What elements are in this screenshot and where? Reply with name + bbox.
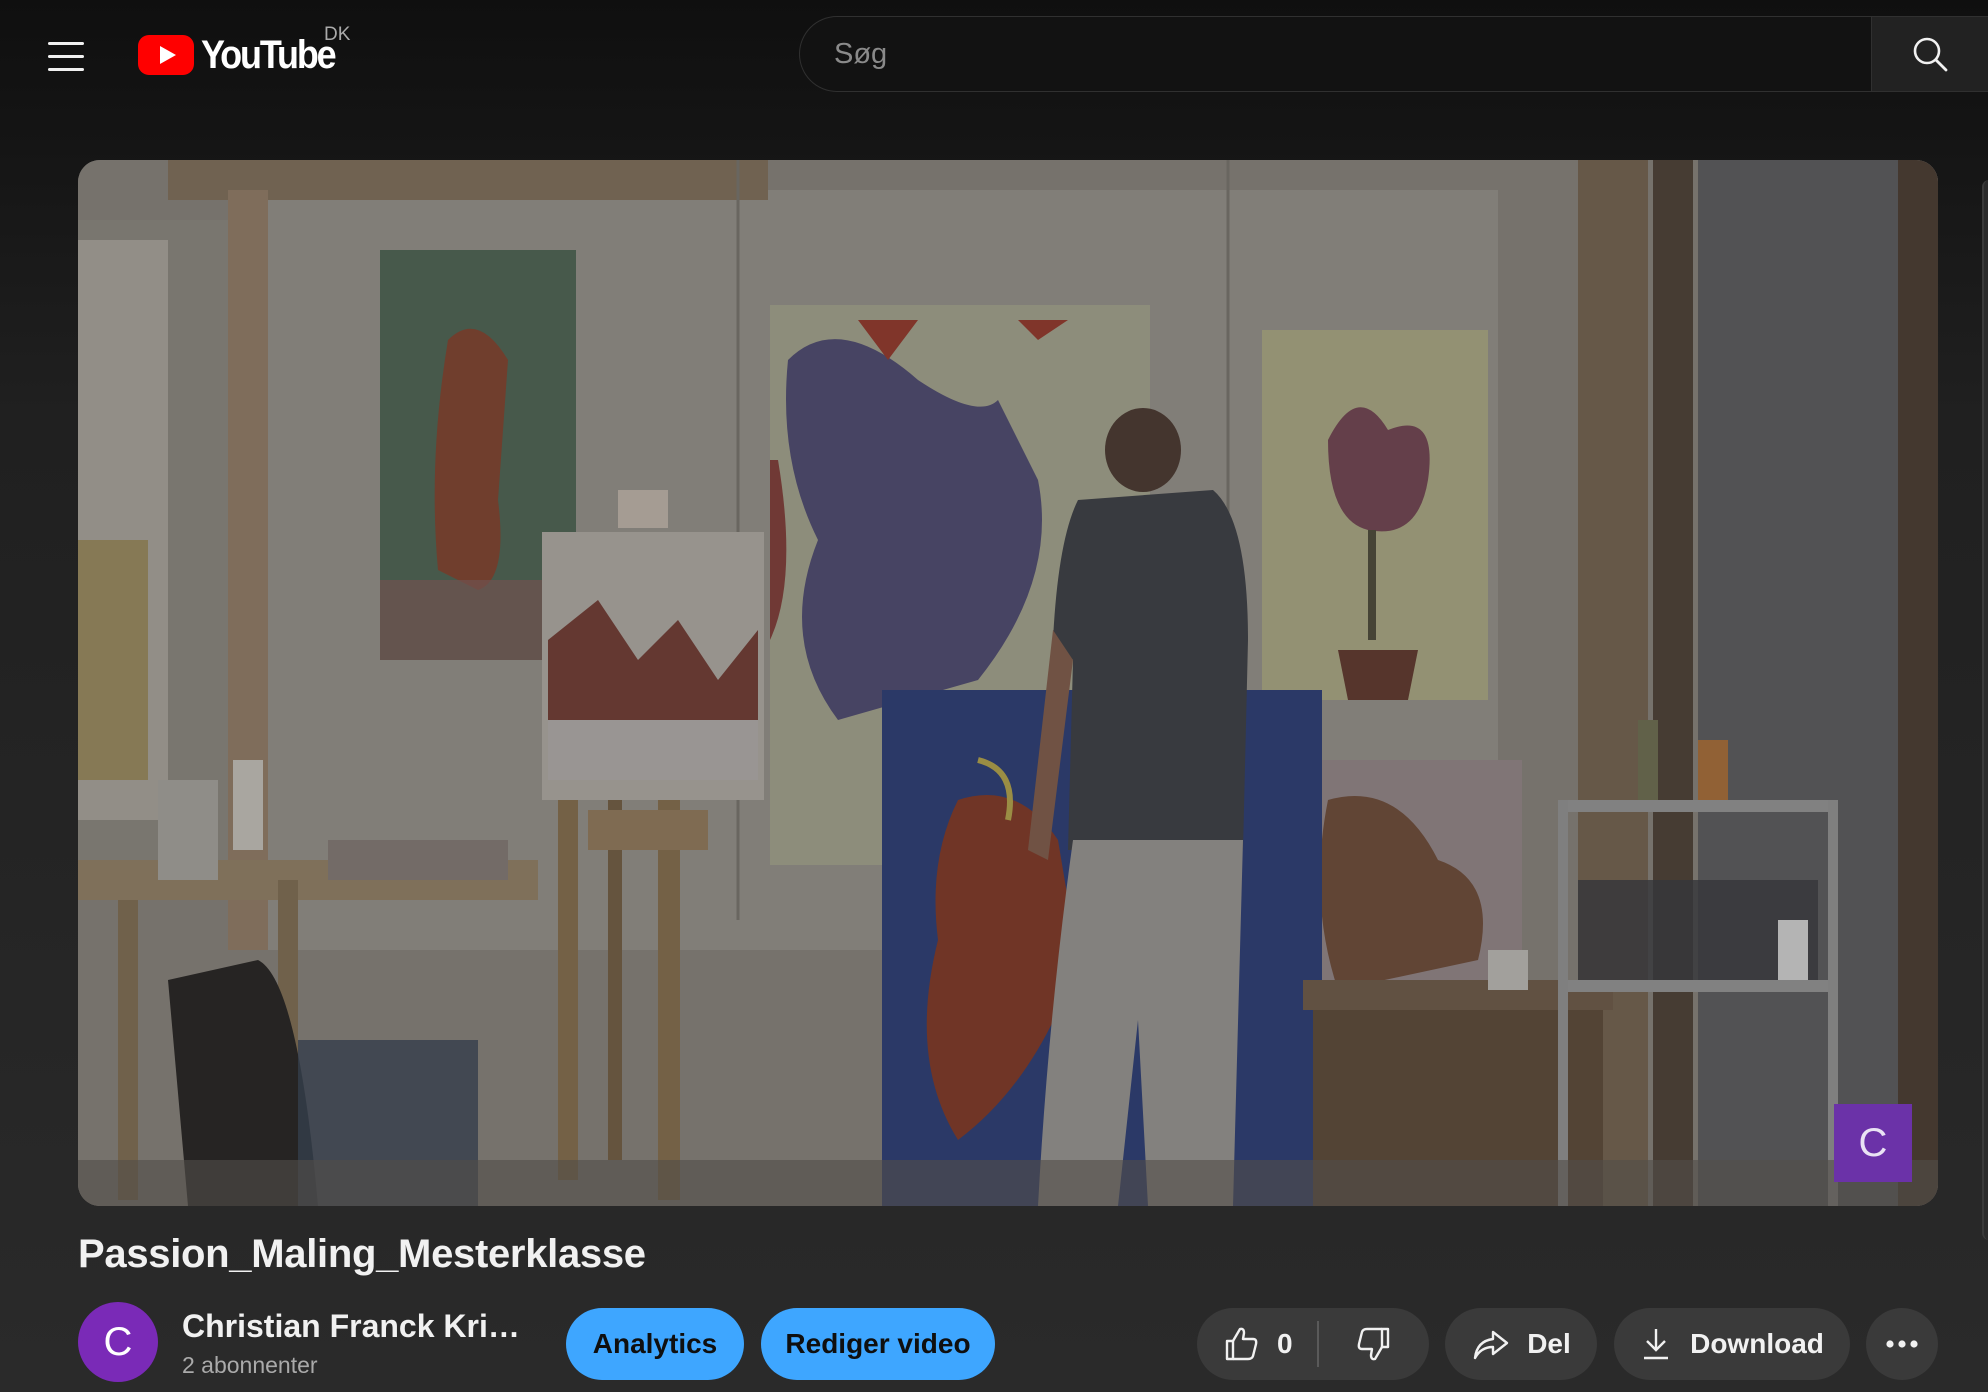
like-dislike-group: 0 xyxy=(1197,1308,1429,1380)
share-label: Del xyxy=(1527,1328,1571,1359)
video-player[interactable]: C xyxy=(78,160,1938,1206)
youtube-logo[interactable]: YouTube xyxy=(138,32,349,78)
analytics-button[interactable]: Analytics xyxy=(566,1308,744,1380)
search-bar xyxy=(799,16,1988,94)
video-frame xyxy=(78,160,1938,1206)
owner-row: C Christian Franck Kristensen 2 abonnent… xyxy=(78,1302,1938,1382)
like-button[interactable]: 0 xyxy=(1197,1308,1317,1380)
share-icon xyxy=(1471,1324,1511,1364)
search-field[interactable] xyxy=(799,16,1871,92)
menu-icon[interactable] xyxy=(34,30,98,82)
thumbs-up-icon xyxy=(1221,1324,1261,1364)
channel-watermark[interactable]: C xyxy=(1834,1104,1912,1182)
download-button[interactable]: Download xyxy=(1614,1308,1850,1380)
dislike-button[interactable] xyxy=(1319,1308,1429,1380)
avatar[interactable]: C xyxy=(78,1302,158,1382)
youtube-watch-page: YouTube DK Søg C Passion_Maling_Mesterkl… xyxy=(0,0,1988,1392)
more-actions-button[interactable] xyxy=(1866,1308,1938,1380)
subscriber-count: 2 abonnenter xyxy=(182,1352,318,1378)
edit-video-button[interactable]: Rediger video xyxy=(761,1308,995,1380)
like-count: 0 xyxy=(1277,1328,1293,1359)
download-icon xyxy=(1640,1326,1672,1362)
download-label: Download xyxy=(1690,1328,1824,1359)
sidebar-edge xyxy=(1982,180,1988,1240)
analytics-label: Analytics xyxy=(592,1328,718,1359)
search-button[interactable] xyxy=(1871,16,1988,92)
thumbs-down-icon xyxy=(1354,1324,1394,1364)
logo-wordmark: YouTube xyxy=(201,32,337,77)
more-horizontal-icon xyxy=(1885,1339,1919,1349)
masthead: YouTube DK xyxy=(0,0,1988,112)
search-icon xyxy=(1913,37,1948,72)
edit-video-label: Rediger video xyxy=(785,1328,971,1359)
youtube-play-icon xyxy=(138,35,194,75)
video-title: Passion_Maling_Mesterklasse xyxy=(78,1232,646,1276)
country-code: DK xyxy=(324,24,351,45)
share-button[interactable]: Del xyxy=(1445,1308,1597,1380)
search-input[interactable] xyxy=(832,36,1871,72)
channel-name[interactable]: Christian Franck Kristensen xyxy=(182,1308,522,1345)
